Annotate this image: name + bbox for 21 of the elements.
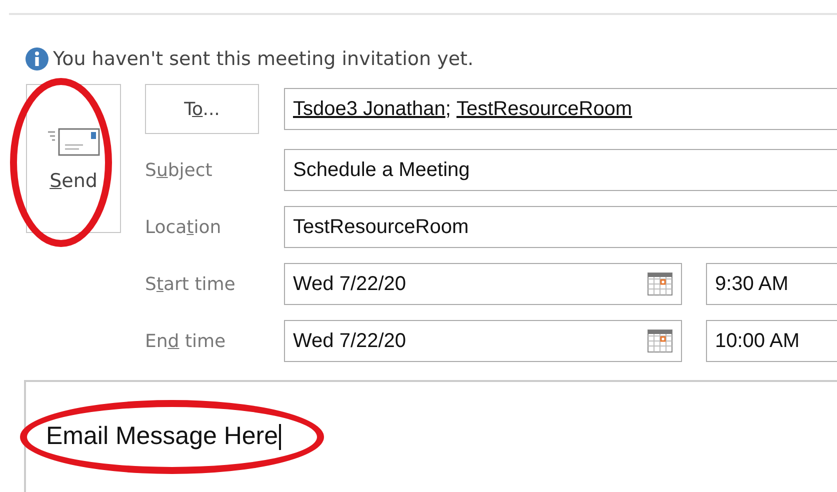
info-message: You haven't sent this meeting invitation yet. bbox=[53, 48, 474, 70]
calendar-icon[interactable] bbox=[647, 329, 673, 353]
field-label: Start time bbox=[145, 274, 236, 294]
subject-field[interactable]: Schedule a Meeting bbox=[284, 149, 837, 191]
info-icon bbox=[25, 47, 49, 71]
text-cursor bbox=[279, 424, 281, 450]
to-button[interactable]: To... bbox=[145, 84, 259, 134]
field-label: Subject bbox=[145, 160, 214, 180]
location-field[interactable]: TestResourceRoom bbox=[284, 206, 837, 248]
date-field[interactable]: Wed 7/22/20 bbox=[284, 320, 682, 362]
send-button[interactable]: Send bbox=[26, 84, 121, 233]
field-label: Location bbox=[145, 216, 222, 238]
field-label: End time bbox=[145, 330, 227, 352]
calendar-icon[interactable] bbox=[647, 272, 673, 296]
envelope-icon bbox=[46, 126, 100, 156]
time-field[interactable]: 9:30 AM bbox=[706, 263, 837, 305]
time-field[interactable]: 10:00 AM bbox=[706, 320, 837, 362]
message-body[interactable]: Email Message Here bbox=[24, 380, 837, 492]
to-field[interactable]: Tsdoe3 Jonathan; TestResourceRoom bbox=[284, 88, 837, 130]
body-text: Email Message Here bbox=[46, 422, 278, 451]
date-field[interactable]: Wed 7/22/20 bbox=[284, 263, 682, 305]
